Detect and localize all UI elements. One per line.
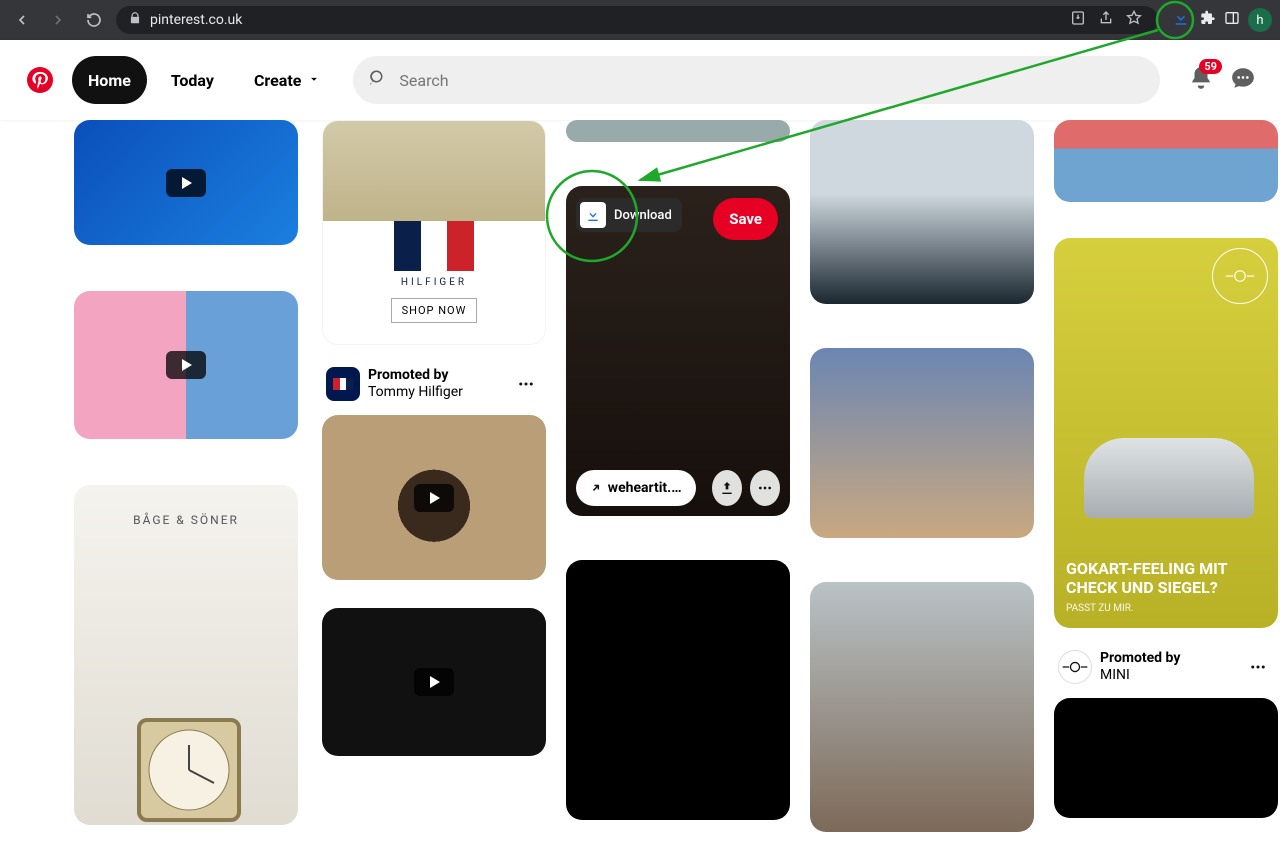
browser-profile-avatar[interactable]: h: [1248, 8, 1272, 32]
save-button[interactable]: Save: [713, 198, 778, 240]
url-bar[interactable]: pinterest.co.uk: [116, 6, 1158, 34]
ad-copy: GOKART-FEELING MIT CHECK UND SIEGEL? PAS…: [1066, 560, 1228, 614]
bookmark-star-icon[interactable]: [1126, 10, 1142, 30]
notifications-button[interactable]: 59: [1188, 65, 1214, 95]
pin[interactable]: [1054, 120, 1278, 202]
promoter-name[interactable]: Tommy Hilfiger: [368, 384, 463, 401]
notification-badge: 59: [1199, 59, 1222, 74]
play-icon: [414, 668, 454, 696]
browser-toolbar: pinterest.co.uk h: [0, 0, 1280, 40]
back-button[interactable]: [8, 6, 36, 34]
share-button[interactable]: [712, 470, 742, 506]
watch-illustration: [124, 705, 254, 825]
install-app-icon[interactable]: [1070, 10, 1086, 30]
pin[interactable]: [322, 608, 546, 756]
search-bar[interactable]: [353, 56, 1160, 104]
pin[interactable]: [74, 120, 298, 245]
promoted-by-label: Promoted by: [1100, 650, 1180, 667]
extensions-icon[interactable]: [1200, 10, 1216, 30]
pin[interactable]: [810, 120, 1034, 304]
url-text: pinterest.co.uk: [150, 12, 242, 28]
nav-create-label: Create: [254, 71, 301, 90]
more-button[interactable]: [1242, 651, 1274, 683]
search-icon: [369, 69, 387, 91]
pin-hovered[interactable]: Download Save weheartit....: [566, 186, 790, 516]
pin[interactable]: [566, 120, 790, 142]
promoted-by-label: Promoted by: [368, 367, 463, 384]
feed: BÅGE & SÖNER HILFIGER SHOP NOW Promoted …: [0, 120, 1280, 800]
search-input[interactable]: [399, 71, 1144, 90]
chevron-down-icon: [307, 71, 321, 90]
brand-avatar[interactable]: [1058, 650, 1092, 684]
mini-badge-icon: [1212, 248, 1268, 304]
downloads-extension-icon[interactable]: [1170, 7, 1192, 33]
brand-avatar[interactable]: [326, 367, 360, 401]
nav-create[interactable]: Create: [238, 56, 337, 104]
play-icon: [414, 484, 454, 512]
promo-attribution: Promoted byTommy Hilfiger: [322, 361, 546, 415]
play-icon: [166, 351, 206, 379]
promoter-name[interactable]: MINI: [1100, 667, 1180, 684]
shop-now-button[interactable]: SHOP NOW: [391, 298, 478, 323]
source-link-text: weheartit....: [608, 480, 682, 496]
source-link[interactable]: weheartit....: [576, 470, 696, 506]
nav-today[interactable]: Today: [155, 56, 230, 104]
brand-text: HILFIGER: [401, 277, 467, 288]
pin[interactable]: [810, 582, 1034, 832]
site-header: Home Today Create 59: [0, 40, 1280, 120]
url-right-icons: [1070, 10, 1146, 30]
download-label: Download: [614, 208, 672, 223]
promo-attribution: Promoted byMINI: [1054, 644, 1278, 698]
side-panel-icon[interactable]: [1224, 10, 1240, 30]
pinterest-logo-icon[interactable]: [16, 56, 64, 104]
brand-text: BÅGE & SÖNER: [74, 513, 298, 527]
more-button[interactable]: [510, 368, 542, 400]
pin-promoted[interactable]: GOKART-FEELING MIT CHECK UND SIEGEL? PAS…: [1054, 238, 1278, 628]
pin[interactable]: BÅGE & SÖNER: [74, 485, 298, 825]
more-button[interactable]: [750, 470, 780, 506]
messages-button[interactable]: [1230, 65, 1256, 95]
pin[interactable]: [74, 291, 298, 439]
pin-promoted[interactable]: HILFIGER SHOP NOW: [322, 120, 546, 345]
reload-button[interactable]: [80, 6, 108, 34]
nav-home[interactable]: Home: [72, 56, 147, 104]
pin[interactable]: [322, 415, 546, 580]
pin[interactable]: [566, 560, 790, 820]
lock-icon: [128, 11, 142, 29]
download-button[interactable]: Download: [576, 198, 682, 232]
pin[interactable]: [810, 348, 1034, 538]
car-illustration: [1084, 438, 1254, 518]
browser-extension-icons: h: [1170, 7, 1272, 33]
tommy-flag-logo-icon: [394, 221, 474, 271]
forward-button[interactable]: [44, 6, 72, 34]
pin[interactable]: [1054, 698, 1278, 818]
external-link-icon: [590, 482, 602, 494]
play-icon: [166, 169, 206, 197]
download-icon: [580, 202, 606, 228]
image-placeholder: [323, 121, 545, 221]
share-icon[interactable]: [1098, 10, 1114, 30]
